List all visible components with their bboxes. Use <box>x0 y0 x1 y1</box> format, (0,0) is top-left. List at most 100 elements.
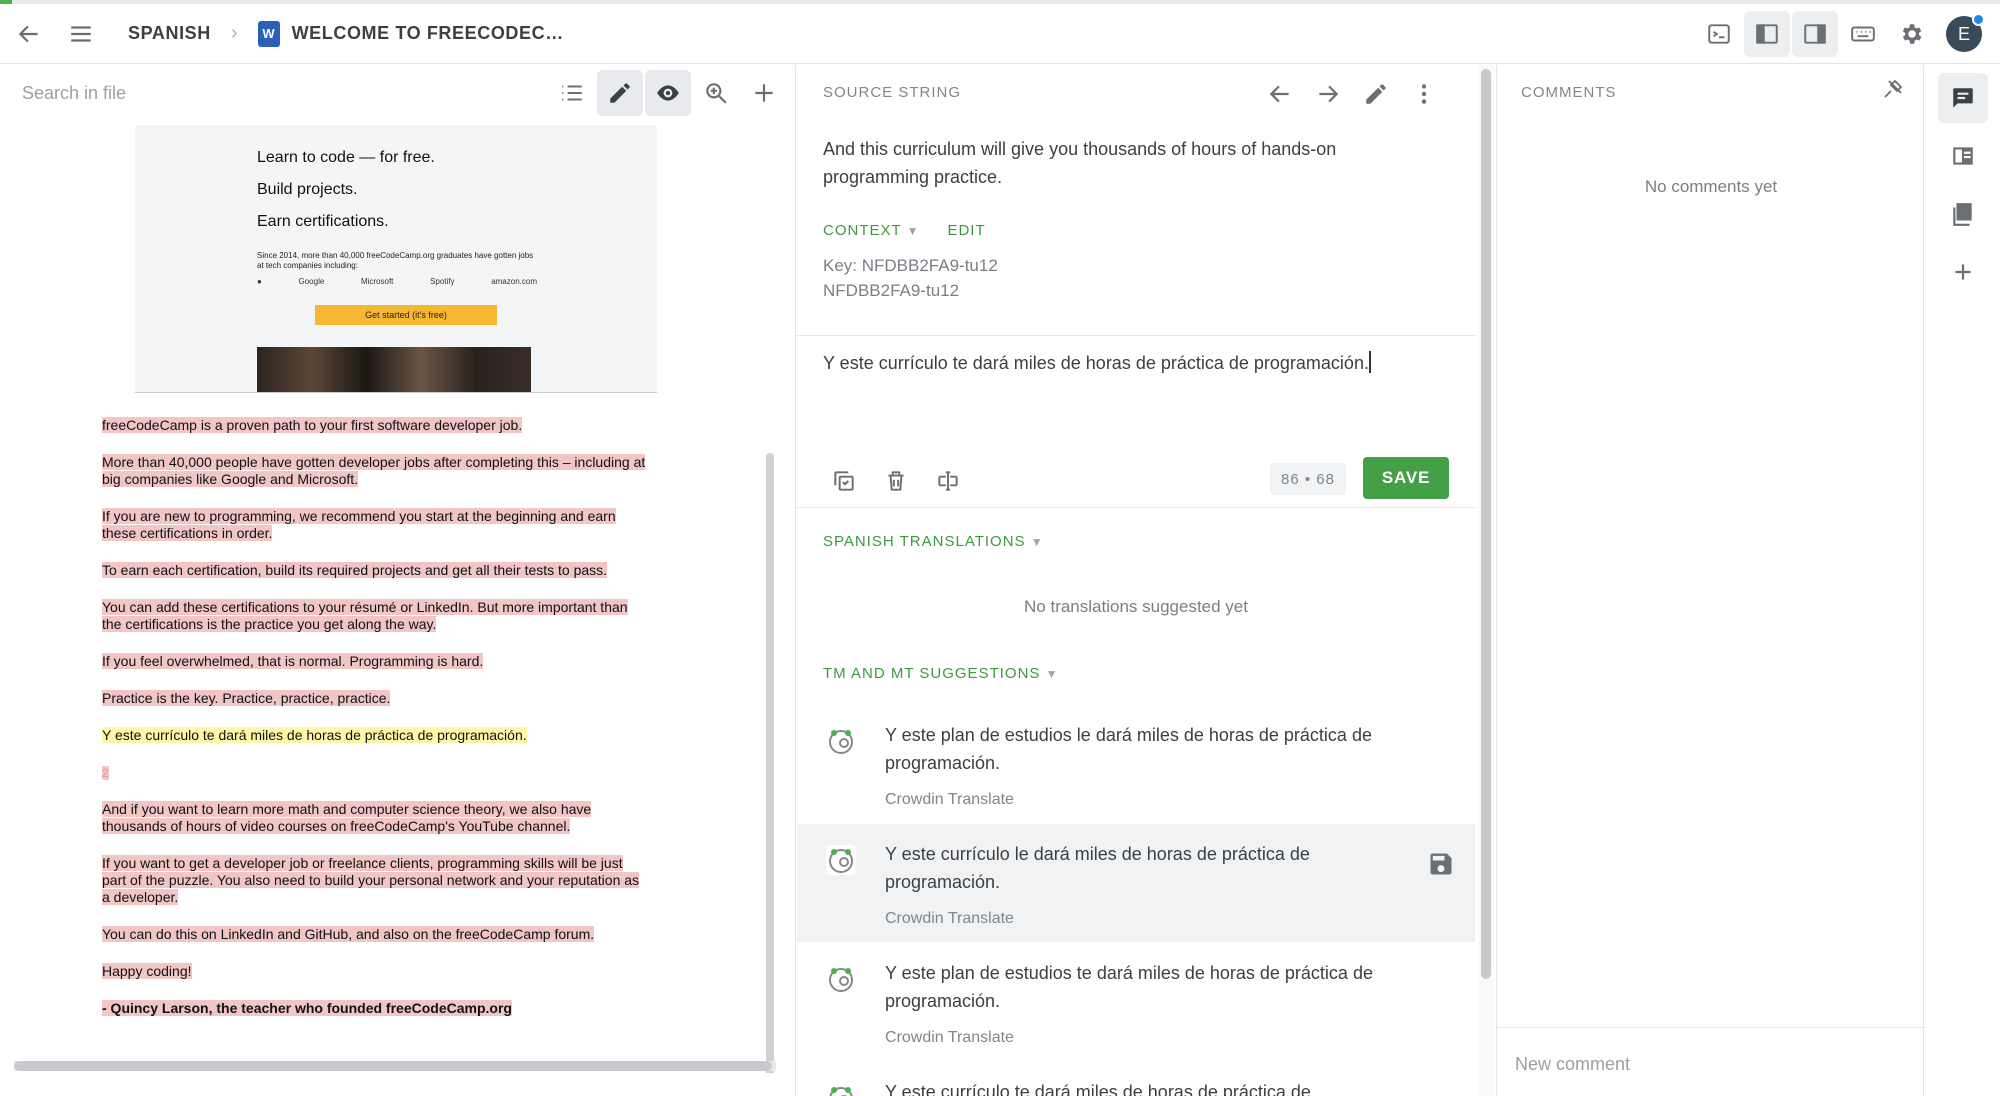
document-paragraph[interactable]: More than 40,000 people have gotten deve… <box>102 454 702 488</box>
notification-dot <box>1972 13 1985 26</box>
document-paragraph[interactable]: Happy coding! <box>102 963 702 980</box>
document-line: More than 40,000 people have gotten deve… <box>102 454 646 470</box>
suggestion-item[interactable]: Y este currículo le dará miles de horas … <box>797 824 1475 942</box>
document-line: - Quincy Larson, the teacher who founded… <box>102 1000 512 1016</box>
editor-panel: SOURCE STRING And this curriculum will g… <box>797 65 1475 1096</box>
gear-icon[interactable] <box>1888 11 1934 57</box>
no-translations-message: No translations suggested yet <box>1024 597 1248 616</box>
edit-source-icon[interactable] <box>1353 71 1399 117</box>
document-line: thousands of hours of video courses on f… <box>102 818 571 834</box>
avatar[interactable]: E <box>1946 13 1985 52</box>
top-right-toolbar: E <box>1696 11 1985 57</box>
document-line: these certifications in order. <box>102 525 273 541</box>
apple-logo-icon: ● <box>257 277 262 286</box>
document-paragraph[interactable]: 2 <box>102 764 702 782</box>
document-paragraph[interactable]: Y este currículo te dará miles de horas … <box>102 727 702 744</box>
glossary-tab-icon[interactable] <box>1938 131 1988 181</box>
document-paragraph[interactable]: And if you want to learn more math and c… <box>102 801 702 835</box>
comments-label: COMMENTS <box>1521 84 1617 101</box>
logo-microsoft: Microsoft <box>360 277 394 286</box>
suggestion-source: Crowdin Translate <box>885 910 1014 927</box>
right-rail <box>1926 65 2000 1096</box>
vertical-scrollbar[interactable] <box>766 453 774 1073</box>
character-counter: 86 • 68 <box>1270 463 1346 495</box>
terminal-icon[interactable] <box>1696 11 1742 57</box>
spanish-translations-toggle[interactable]: SPANISH TRANSLATIONS ▼ <box>823 533 1044 550</box>
list-view-icon[interactable] <box>549 70 595 116</box>
menu-icon[interactable] <box>58 11 104 57</box>
document-line: the certifications is the practice you g… <box>102 616 437 632</box>
document-line: You can add these certifications to your… <box>102 599 628 615</box>
document-line: You can do this on LinkedIn and GitHub, … <box>102 926 595 942</box>
document-line: And if you want to learn more math and c… <box>102 801 592 817</box>
save-disk-icon[interactable] <box>1427 850 1455 878</box>
editor-scrollbar[interactable] <box>1478 65 1494 1096</box>
add-tab-icon[interactable] <box>1938 247 1988 297</box>
suggestion-item[interactable]: Y este currículo te dará miles de horas … <box>797 1062 1475 1096</box>
breadcrumb-file[interactable]: WELCOME TO FREECODEC… <box>292 23 564 44</box>
logo-amazon: amazon.com <box>491 277 537 286</box>
keyboard-icon[interactable] <box>1840 11 1886 57</box>
previous-string-icon[interactable] <box>1257 71 1303 117</box>
clear-translation-icon[interactable] <box>873 458 919 504</box>
breadcrumb-project[interactable]: SPANISH <box>128 23 211 44</box>
crowdin-translate-icon <box>826 845 856 875</box>
search-in-file-input[interactable]: Search in file <box>22 83 126 104</box>
document-paragraph[interactable]: Practice is the key. Practice, practice,… <box>102 690 702 707</box>
save-button[interactable]: SAVE <box>1363 457 1449 499</box>
document-paragraph[interactable]: If you feel overwhelmed, that is normal.… <box>102 653 702 670</box>
document-preview: Learn to code — for free. Build projects… <box>14 123 776 1073</box>
document-line: 2 <box>102 766 109 780</box>
suggestion-text: Y este plan de estudios te dará miles de… <box>885 963 1373 1011</box>
comments-tab-icon[interactable] <box>1938 73 1988 123</box>
document-paragraph[interactable]: To earn each certification, build its re… <box>102 562 702 579</box>
suggestion-text: Y este currículo le dará miles de horas … <box>885 844 1310 892</box>
no-comments-message: No comments yet <box>1644 177 1778 196</box>
document-paragraph[interactable]: - Quincy Larson, the teacher who founded… <box>102 1000 702 1017</box>
text-cursor-icon[interactable] <box>925 458 971 504</box>
document-paragraph[interactable]: You can add these certifications to your… <box>102 599 702 633</box>
preview-heading-1: Learn to code — for free. <box>257 149 435 166</box>
copy-source-icon[interactable] <box>821 458 867 504</box>
suggestion-item[interactable]: Y este plan de estudios te dará miles de… <box>797 943 1475 1061</box>
crowdin-translate-icon <box>829 730 853 754</box>
document-line: To earn each certification, build its re… <box>102 562 608 578</box>
context-toggle[interactable]: CONTEXT ▼ <box>823 222 919 239</box>
word-file-icon: W <box>257 20 280 47</box>
logo-spotify: Spotify <box>430 277 455 286</box>
context-dropdown-icon: ▼ <box>906 224 920 238</box>
preview-small-text: Since 2014, more than 40,000 freeCodeCam… <box>257 251 534 270</box>
horizontal-scrollbar[interactable] <box>14 1061 776 1071</box>
suggestion-text: Y este plan de estudios le dará miles de… <box>885 725 1372 773</box>
document-line: If you want to get a developer job or fr… <box>102 855 623 871</box>
translation-memory-tab-icon[interactable] <box>1938 189 1988 239</box>
layout-right-panel-icon[interactable] <box>1792 11 1838 57</box>
more-options-icon[interactable] <box>1401 71 1447 117</box>
translations-dropdown-icon: ▼ <box>1030 535 1044 549</box>
translation-editor[interactable]: Y este currículo te dará miles de horas … <box>823 351 1443 374</box>
document-paragraph[interactable]: freeCodeCamp is a proven path to your fi… <box>102 417 702 434</box>
edit-context-link[interactable]: EDIT <box>947 222 985 239</box>
edit-mode-icon[interactable] <box>597 70 643 116</box>
source-string-text: And this curriculum will give you thousa… <box>823 139 1337 187</box>
layout-left-panel-icon[interactable] <box>1744 11 1790 57</box>
document-paragraph[interactable]: If you are new to programming, we recomm… <box>102 508 702 542</box>
document-paragraph[interactable]: If you want to get a developer job or fr… <box>102 855 702 906</box>
document-line: big companies like Google and Microsoft. <box>102 471 359 487</box>
pin-icon[interactable] <box>1881 77 1905 101</box>
document-line: Y este currículo te dará miles de horas … <box>102 727 527 743</box>
document-paragraph[interactable]: You can do this on LinkedIn and GitHub, … <box>102 926 702 943</box>
source-string-label: SOURCE STRING <box>823 84 962 101</box>
back-arrow-icon[interactable] <box>6 11 52 57</box>
zoom-in-icon[interactable] <box>693 70 739 116</box>
preview-photo <box>257 347 531 392</box>
new-comment-input[interactable]: New comment <box>1497 1027 1925 1096</box>
document-line: freeCodeCamp is a proven path to your fi… <box>102 417 523 433</box>
top-bar: SPANISH › W WELCOME TO FREECODEC… E <box>0 4 2000 64</box>
next-string-icon[interactable] <box>1305 71 1351 117</box>
add-icon[interactable] <box>741 70 787 116</box>
tm-mt-suggestions-toggle[interactable]: TM AND MT SUGGESTIONS ▼ <box>823 665 1058 682</box>
suggestion-item[interactable]: Y este plan de estudios le dará miles de… <box>797 705 1475 823</box>
comments-panel: COMMENTS No comments yet New comment <box>1496 65 1925 1096</box>
preview-eye-icon[interactable] <box>645 70 691 116</box>
